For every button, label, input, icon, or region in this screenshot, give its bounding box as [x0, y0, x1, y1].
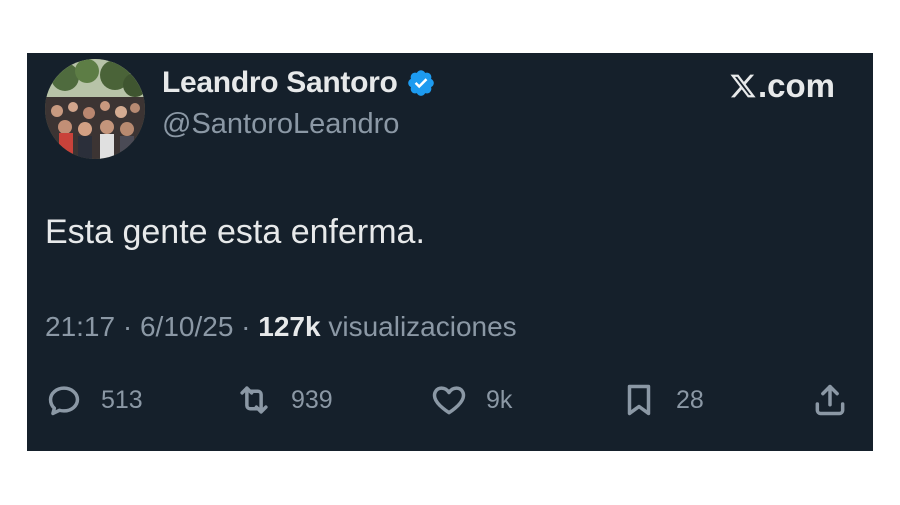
tweet-text: Esta gente esta enferma. — [45, 213, 425, 251]
repost-count: 939 — [291, 385, 333, 414]
tweet-card: Leandro Santoro @SantoroLeandro .com Est… — [27, 53, 873, 451]
bookmark-button[interactable]: 28 — [620, 378, 704, 422]
brand-logo: .com — [729, 67, 835, 105]
meta-separator: · — [122, 311, 133, 342]
reply-count: 513 — [101, 385, 143, 414]
brand-domain: .com — [757, 67, 835, 104]
views-label: visualizaciones — [328, 311, 517, 342]
speech-bubble-icon — [48, 386, 80, 416]
like-count: 9k — [486, 385, 513, 414]
avatar[interactable] — [45, 59, 145, 159]
reply-button[interactable]: 513 — [45, 378, 143, 422]
author-name-row: Leandro Santoro — [162, 66, 436, 100]
repost-arrows-icon — [240, 386, 268, 414]
author-handle[interactable]: @SantoroLeandro — [162, 108, 399, 141]
bookmark-icon — [627, 384, 651, 416]
display-name[interactable]: Leandro Santoro — [162, 66, 398, 100]
x-logo-icon — [730, 74, 756, 98]
bookmark-count: 28 — [676, 385, 704, 414]
like-button[interactable]: 9k — [430, 378, 512, 422]
action-bar: 513 939 9k 28 — [27, 378, 873, 422]
tweet-meta: 21:17 · 6/10/25 · 127k visualizaciones — [45, 311, 517, 343]
share-upload-icon — [815, 384, 845, 416]
verified-badge-icon — [406, 68, 436, 98]
heart-icon — [432, 386, 466, 415]
avatar-crowd-photo — [45, 59, 145, 159]
meta-separator: · — [241, 311, 251, 342]
repost-button[interactable]: 939 — [235, 378, 333, 422]
views-count: 127k — [258, 311, 321, 342]
tweet-time[interactable]: 21:17 — [45, 311, 115, 342]
share-button[interactable] — [811, 378, 849, 422]
tweet-date[interactable]: 6/10/25 — [140, 311, 233, 342]
